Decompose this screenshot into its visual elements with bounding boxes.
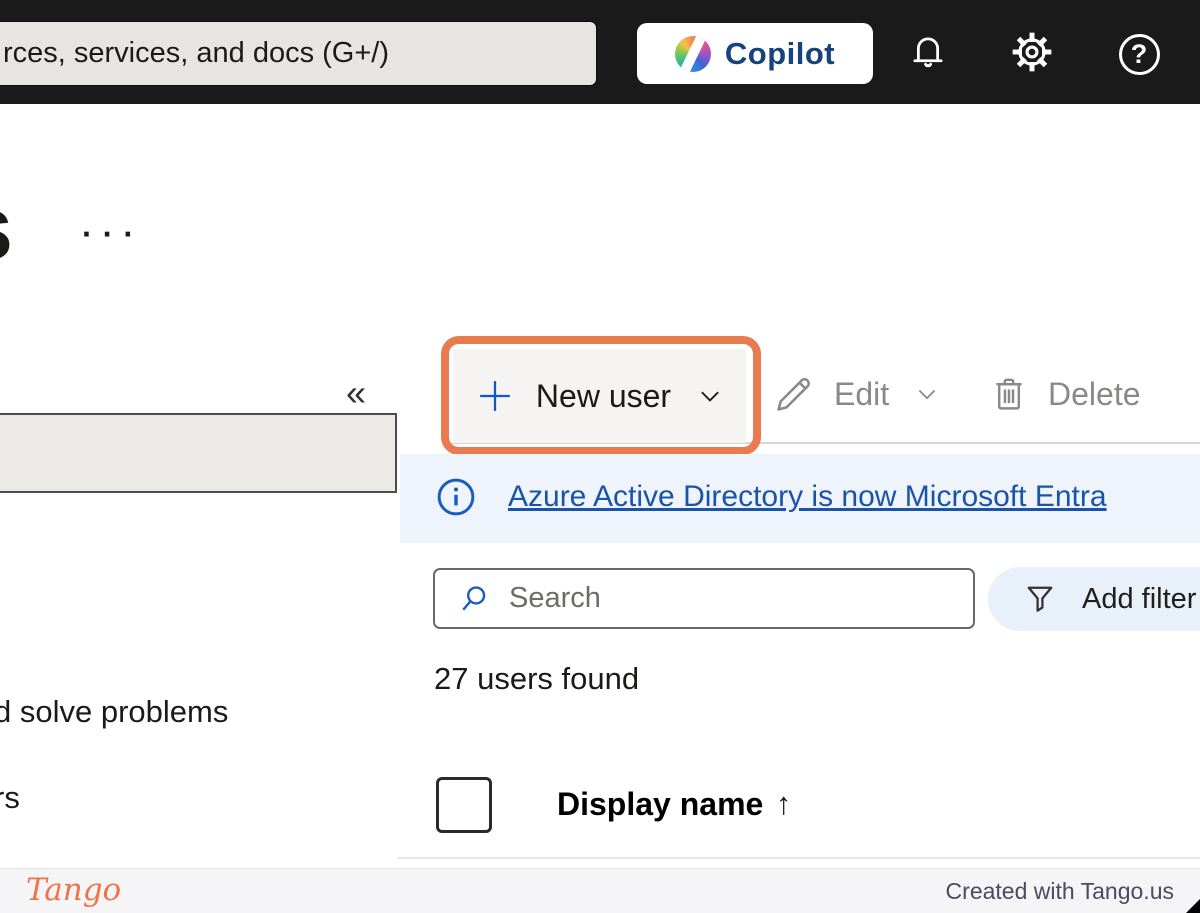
column-header-display-name[interactable]: Display name [557, 786, 763, 823]
delete-label: Delete [1048, 375, 1141, 412]
copilot-button[interactable]: Copilot [637, 23, 873, 84]
notifications-button[interactable] [905, 30, 951, 76]
settings-button[interactable] [1008, 29, 1056, 77]
table-header-divider [398, 857, 1200, 859]
new-user-label: New user [535, 377, 672, 414]
info-icon [434, 475, 478, 524]
chevron-down-icon [913, 380, 941, 408]
gear-icon [1010, 30, 1054, 77]
top-bar: Copilot [0, 0, 1200, 104]
plus-icon [474, 375, 516, 417]
delete-button[interactable]: Delete [988, 366, 1141, 422]
add-filter-label: Add filter [1082, 582, 1197, 615]
pencil-icon [772, 372, 816, 416]
sidebar-partial-text: d solve problems [0, 694, 229, 729]
copilot-label: Copilot [724, 35, 836, 71]
new-user-button[interactable]: New user [453, 349, 746, 443]
chevron-down-icon [695, 381, 725, 411]
edit-label: Edit [834, 375, 890, 412]
footer-credit-text: Created with Tango.us [945, 878, 1174, 904]
add-filter-button[interactable]: Add filter [988, 567, 1200, 631]
tango-footer: Tango Created with Tango.us [0, 868, 1200, 913]
bell-icon [907, 31, 949, 76]
help-icon: ? [1118, 33, 1160, 75]
edit-button[interactable]: Edit [772, 366, 941, 422]
more-menu-button[interactable]: ··· [82, 216, 144, 253]
search-icon [457, 582, 491, 616]
copilot-icon [674, 35, 711, 72]
filter-funnel-icon [1022, 581, 1058, 617]
select-all-checkbox[interactable] [436, 777, 492, 833]
user-search-box[interactable] [433, 568, 975, 629]
entra-rename-link[interactable]: Azure Active Directory is now Microsoft … [508, 480, 1107, 514]
left-pane-search-box[interactable] [0, 413, 397, 493]
info-banner: Azure Active Directory is now Microsoft … [400, 454, 1200, 543]
help-button[interactable]: ? [1116, 31, 1162, 77]
results-count: 27 users found [434, 661, 640, 696]
trash-icon [988, 373, 1030, 415]
tango-logo: Tango [26, 872, 122, 908]
user-search-input[interactable] [509, 582, 929, 615]
sidebar-partial-text: rs [0, 780, 20, 815]
sort-ascending-icon: ↑ [776, 786, 792, 821]
collapse-pane-button[interactable]: « [346, 372, 366, 414]
page-title-partial: s [0, 176, 13, 281]
global-search-input[interactable] [0, 21, 597, 86]
screen: Copilot [0, 0, 1200, 913]
